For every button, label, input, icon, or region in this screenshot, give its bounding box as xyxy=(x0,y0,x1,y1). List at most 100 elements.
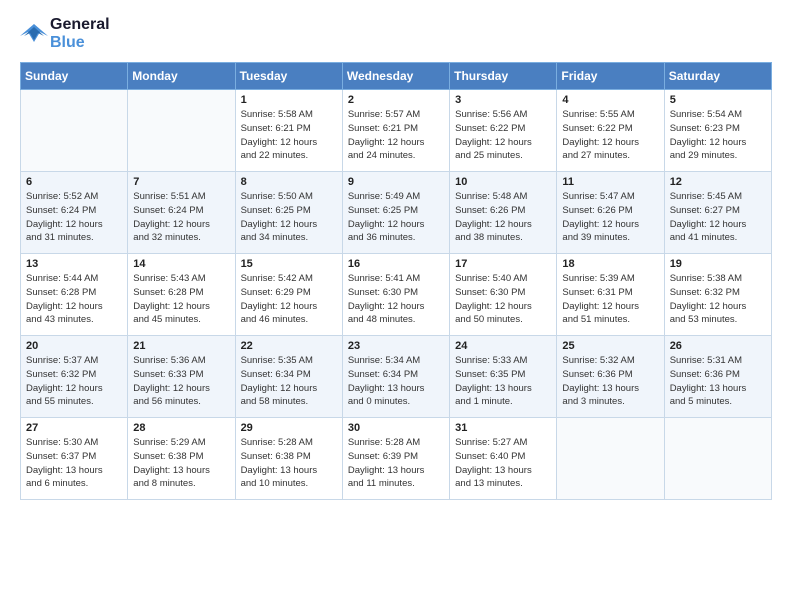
day-info: Sunrise: 5:33 AM Sunset: 6:35 PM Dayligh… xyxy=(455,354,551,409)
day-number: 28 xyxy=(133,422,229,434)
day-number: 6 xyxy=(26,176,122,188)
weekday-header: Tuesday xyxy=(235,63,342,90)
day-info: Sunrise: 5:42 AM Sunset: 6:29 PM Dayligh… xyxy=(241,272,337,327)
day-number: 14 xyxy=(133,258,229,270)
calendar-cell: 5 Sunrise: 5:54 AM Sunset: 6:23 PM Daylig… xyxy=(664,90,771,172)
calendar-cell: 13 Sunrise: 5:44 AM Sunset: 6:28 PM Dayli… xyxy=(21,254,128,336)
day-info: Sunrise: 5:34 AM Sunset: 6:34 PM Dayligh… xyxy=(348,354,444,409)
weekday-header: Wednesday xyxy=(342,63,449,90)
weekday-header: Thursday xyxy=(450,63,557,90)
calendar-cell: 28 Sunrise: 5:29 AM Sunset: 6:38 PM Dayli… xyxy=(128,418,235,500)
calendar-cell: 15 Sunrise: 5:42 AM Sunset: 6:29 PM Dayli… xyxy=(235,254,342,336)
calendar-cell: 21 Sunrise: 5:36 AM Sunset: 6:33 PM Dayli… xyxy=(128,336,235,418)
calendar-cell: 14 Sunrise: 5:43 AM Sunset: 6:28 PM Dayli… xyxy=(128,254,235,336)
day-info: Sunrise: 5:31 AM Sunset: 6:36 PM Dayligh… xyxy=(670,354,766,409)
day-number: 18 xyxy=(562,258,658,270)
calendar-cell: 8 Sunrise: 5:50 AM Sunset: 6:25 PM Daylig… xyxy=(235,172,342,254)
calendar-cell: 20 Sunrise: 5:37 AM Sunset: 6:32 PM Dayli… xyxy=(21,336,128,418)
weekday-header: Saturday xyxy=(664,63,771,90)
calendar: SundayMondayTuesdayWednesdayThursdayFrid… xyxy=(20,62,772,500)
day-number: 31 xyxy=(455,422,551,434)
calendar-cell: 24 Sunrise: 5:33 AM Sunset: 6:35 PM Dayli… xyxy=(450,336,557,418)
day-info: Sunrise: 5:48 AM Sunset: 6:26 PM Dayligh… xyxy=(455,190,551,245)
day-info: Sunrise: 5:50 AM Sunset: 6:25 PM Dayligh… xyxy=(241,190,337,245)
day-info: Sunrise: 5:28 AM Sunset: 6:39 PM Dayligh… xyxy=(348,436,444,491)
day-info: Sunrise: 5:44 AM Sunset: 6:28 PM Dayligh… xyxy=(26,272,122,327)
day-number: 30 xyxy=(348,422,444,434)
day-number: 25 xyxy=(562,340,658,352)
day-info: Sunrise: 5:45 AM Sunset: 6:27 PM Dayligh… xyxy=(670,190,766,245)
day-info: Sunrise: 5:30 AM Sunset: 6:37 PM Dayligh… xyxy=(26,436,122,491)
day-number: 10 xyxy=(455,176,551,188)
day-info: Sunrise: 5:37 AM Sunset: 6:32 PM Dayligh… xyxy=(26,354,122,409)
weekday-header: Sunday xyxy=(21,63,128,90)
day-info: Sunrise: 5:52 AM Sunset: 6:24 PM Dayligh… xyxy=(26,190,122,245)
day-info: Sunrise: 5:29 AM Sunset: 6:38 PM Dayligh… xyxy=(133,436,229,491)
day-number: 21 xyxy=(133,340,229,352)
calendar-cell: 18 Sunrise: 5:39 AM Sunset: 6:31 PM Dayli… xyxy=(557,254,664,336)
calendar-cell: 6 Sunrise: 5:52 AM Sunset: 6:24 PM Daylig… xyxy=(21,172,128,254)
day-number: 7 xyxy=(133,176,229,188)
calendar-cell: 26 Sunrise: 5:31 AM Sunset: 6:36 PM Dayli… xyxy=(664,336,771,418)
day-number: 5 xyxy=(670,94,766,106)
calendar-cell: 4 Sunrise: 5:55 AM Sunset: 6:22 PM Daylig… xyxy=(557,90,664,172)
logo-text: General Blue xyxy=(50,16,110,52)
day-info: Sunrise: 5:58 AM Sunset: 6:21 PM Dayligh… xyxy=(241,108,337,163)
calendar-cell: 23 Sunrise: 5:34 AM Sunset: 6:34 PM Dayli… xyxy=(342,336,449,418)
day-number: 3 xyxy=(455,94,551,106)
calendar-cell: 25 Sunrise: 5:32 AM Sunset: 6:36 PM Dayli… xyxy=(557,336,664,418)
day-number: 17 xyxy=(455,258,551,270)
day-number: 20 xyxy=(26,340,122,352)
day-number: 24 xyxy=(455,340,551,352)
calendar-cell: 1 Sunrise: 5:58 AM Sunset: 6:21 PM Daylig… xyxy=(235,90,342,172)
day-number: 15 xyxy=(241,258,337,270)
day-info: Sunrise: 5:32 AM Sunset: 6:36 PM Dayligh… xyxy=(562,354,658,409)
calendar-cell xyxy=(21,90,128,172)
day-number: 26 xyxy=(670,340,766,352)
day-info: Sunrise: 5:55 AM Sunset: 6:22 PM Dayligh… xyxy=(562,108,658,163)
day-number: 2 xyxy=(348,94,444,106)
calendar-cell xyxy=(557,418,664,500)
calendar-cell: 29 Sunrise: 5:28 AM Sunset: 6:38 PM Dayli… xyxy=(235,418,342,500)
calendar-cell: 22Sunrise: 5:35 AM Sunset: 6:34 PM Dayli… xyxy=(235,336,342,418)
day-info: Sunrise: 5:51 AM Sunset: 6:24 PM Dayligh… xyxy=(133,190,229,245)
day-info: Sunrise: 5:47 AM Sunset: 6:26 PM Dayligh… xyxy=(562,190,658,245)
calendar-header: SundayMondayTuesdayWednesdayThursdayFrid… xyxy=(21,63,772,90)
day-number: 22 xyxy=(241,340,337,352)
calendar-week: 13 Sunrise: 5:44 AM Sunset: 6:28 PM Dayli… xyxy=(21,254,772,336)
day-number: 11 xyxy=(562,176,658,188)
calendar-cell: 11 Sunrise: 5:47 AM Sunset: 6:26 PM Dayli… xyxy=(557,172,664,254)
day-info: Sunrise: 5:36 AM Sunset: 6:33 PM Dayligh… xyxy=(133,354,229,409)
day-info: Sunrise: 5:39 AM Sunset: 6:31 PM Dayligh… xyxy=(562,272,658,327)
day-info: Sunrise: 5:27 AM Sunset: 6:40 PM Dayligh… xyxy=(455,436,551,491)
day-info: Sunrise: 5:54 AM Sunset: 6:23 PM Dayligh… xyxy=(670,108,766,163)
day-number: 29 xyxy=(241,422,337,434)
calendar-cell: 16 Sunrise: 5:41 AM Sunset: 6:30 PM Dayli… xyxy=(342,254,449,336)
day-number: 23 xyxy=(348,340,444,352)
day-number: 13 xyxy=(26,258,122,270)
day-info: Sunrise: 5:57 AM Sunset: 6:21 PM Dayligh… xyxy=(348,108,444,163)
day-info: Sunrise: 5:40 AM Sunset: 6:30 PM Dayligh… xyxy=(455,272,551,327)
calendar-week: 27 Sunrise: 5:30 AM Sunset: 6:37 PM Dayli… xyxy=(21,418,772,500)
day-info: Sunrise: 5:28 AM Sunset: 6:38 PM Dayligh… xyxy=(241,436,337,491)
calendar-week: 6 Sunrise: 5:52 AM Sunset: 6:24 PM Daylig… xyxy=(21,172,772,254)
day-number: 8 xyxy=(241,176,337,188)
day-number: 16 xyxy=(348,258,444,270)
calendar-cell: 19Sunrise: 5:38 AM Sunset: 6:32 PM Dayli… xyxy=(664,254,771,336)
day-number: 19 xyxy=(670,258,766,270)
calendar-cell: 10 Sunrise: 5:48 AM Sunset: 6:26 PM Dayli… xyxy=(450,172,557,254)
calendar-cell: 9Sunrise: 5:49 AM Sunset: 6:25 PM Daylig… xyxy=(342,172,449,254)
day-info: Sunrise: 5:41 AM Sunset: 6:30 PM Dayligh… xyxy=(348,272,444,327)
calendar-cell: 3Sunrise: 5:56 AM Sunset: 6:22 PM Daylig… xyxy=(450,90,557,172)
weekday-header: Friday xyxy=(557,63,664,90)
calendar-cell: 31 Sunrise: 5:27 AM Sunset: 6:40 PM Dayli… xyxy=(450,418,557,500)
day-number: 9 xyxy=(348,176,444,188)
day-info: Sunrise: 5:43 AM Sunset: 6:28 PM Dayligh… xyxy=(133,272,229,327)
weekday-header: Monday xyxy=(128,63,235,90)
day-number: 4 xyxy=(562,94,658,106)
page: General Blue SundayMondayTuesdayWednesda… xyxy=(0,0,792,516)
calendar-week: 20 Sunrise: 5:37 AM Sunset: 6:32 PM Dayli… xyxy=(21,336,772,418)
calendar-cell: 27 Sunrise: 5:30 AM Sunset: 6:37 PM Dayli… xyxy=(21,418,128,500)
day-number: 27 xyxy=(26,422,122,434)
day-number: 1 xyxy=(241,94,337,106)
